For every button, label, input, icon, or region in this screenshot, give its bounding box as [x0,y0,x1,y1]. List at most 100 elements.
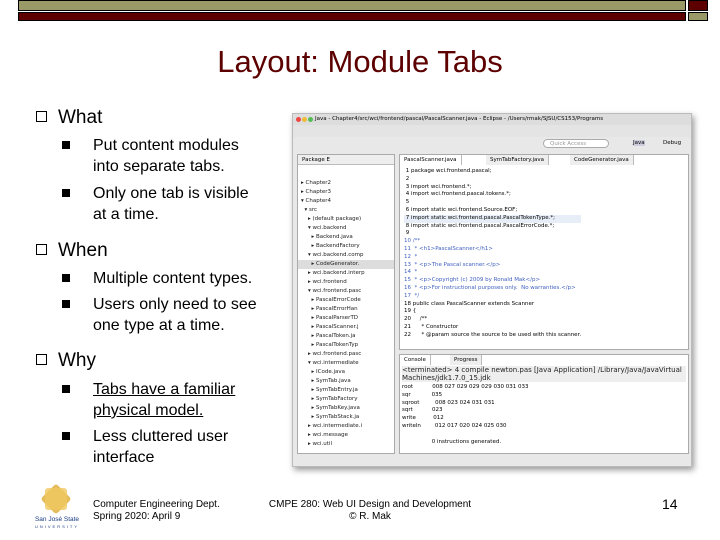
tree-item[interactable]: ▸ SymTabStack.ja [298,413,394,422]
console-header: <terminated> 4 compile newton.pas [Java … [402,366,686,382]
package-tree: ▸ Chapter2 ▸ Chapter3 ▾ Chapter4 ▾ src ▸ (… [298,165,394,449]
code-line: 5 [404,199,410,206]
code-line: 7 import static wci.frontend.pascal.Pasc… [404,214,582,223]
page-number: 14 [662,496,678,512]
perspective-java[interactable]: Java [633,140,645,146]
sub-bullet-marker [62,274,70,282]
tree-item[interactable]: ▸ SymTabEntry.ja [298,386,394,395]
console-line: root 008 027 029 029 029 030 031 033 [402,384,529,390]
window-title: Java - Chapter4/src/wci/frontend/pascal/… [315,116,604,122]
sjsu-logo: San José State UNIVERSITY [32,483,82,532]
code-line: 8 import static wci.frontend.pascal.Pasc… [404,222,555,229]
package-explorer: Package E ▸ Chapter2 ▸ Chapter3 ▾ Chapter4… [297,154,395,454]
tree-item[interactable]: ▸ SymTabKey.java [298,404,394,413]
tree-item[interactable]: ▸ wci.frontend.pasc [298,350,394,359]
code-line: 22 * @param source the source to be used… [404,331,582,338]
code-line: 12 * [404,253,418,260]
sub-bullet: Tabs have a familiar physical model. [62,379,262,421]
tree-item[interactable]: ▸ PascalErrorHan [298,305,394,314]
tree-item[interactable]: ▸ PascalErrorCode [298,296,394,305]
footer-center: CMPE 280: Web UI Design and Development ©… [268,499,472,522]
slide-title: Layout: Module Tabs [217,44,503,79]
tree-item[interactable]: ▸ Chapter3 [298,188,394,197]
tree-item[interactable]: ▸ PascalTokenTyp [298,341,394,350]
sub-bullet-marker [62,432,70,440]
tree-item[interactable]: ▸ (default package) [298,215,394,224]
code-line: 3 import wci.frontend.*; [404,183,472,190]
sub-bullet: Users only need to see one type at a tim… [62,294,262,336]
close-window-icon[interactable] [296,117,301,122]
sub-bullet-marker [62,141,70,149]
code-line: 16 * <p>For instructional purposes only.… [404,284,576,291]
tree-item[interactable]: ▸ SymTabFactory [298,395,394,404]
console-view: Console Progress <terminated> 4 compile … [399,354,689,454]
console-output: root 008 027 029 029 029 030 031 033 sqr … [402,384,528,446]
bullet-what: What [36,107,102,129]
window-titlebar: Java - Chapter4/src/wci/frontend/pascal/… [293,114,691,125]
tab-console[interactable]: Console [400,355,431,365]
console-line: sqr 035 [402,391,443,398]
tree-item[interactable]: ▸ PascalScanner.j [298,323,394,332]
code-line: 17 */ [404,292,420,299]
code-line: 15 * <p>Copyright (c) 2009 by Ronald Mak… [404,277,541,284]
zoom-window-icon[interactable] [308,117,313,122]
toolbar [293,125,691,137]
footer-left: Computer Engineering Dept. Spring 2020: A… [93,499,220,522]
tree-item[interactable]: ▸ wci.intermediate.i [298,422,394,431]
sub-bullet-marker [62,189,70,197]
code-line: 19 { [404,308,417,315]
bullet-marker [36,244,47,255]
tree-item[interactable]: ▸ wci.util [298,440,394,449]
minimize-window-icon[interactable] [302,117,307,122]
code-line: 18 public class PascalScanner extends Sc… [404,300,535,307]
top-square-maroon [688,0,708,11]
code-line: 4 import wci.frontend.pascal.tokens.*; [404,191,511,198]
top-bar-maroon [18,12,686,21]
top-bar-olive [18,0,686,11]
code-line: 13 * <p>The Pascal scanner.</p> [404,261,501,268]
tree-item[interactable]: ▾ wci.intermediate [298,359,394,368]
code-line: 2 [404,175,410,182]
tree-item[interactable]: ▸ PascalParserTD [298,314,394,323]
tree-item[interactable]: ▸ SymTab.java [298,377,394,386]
tab-package-explorer[interactable]: Package E [298,155,394,165]
code-line: 20 /** [404,316,428,323]
tree-item[interactable]: ▸ Backend.java [298,233,394,242]
quick-access-input[interactable]: Quick Access [543,139,609,148]
tree-item[interactable]: ▾ Chapter4 [298,197,394,206]
console-line: 0 instructions generated. [402,438,502,445]
tree-item[interactable]: ▾ wci.backend [298,224,394,233]
tree-item[interactable]: ▸ wci.message [298,431,394,440]
tree-item[interactable]: ▾ wci.frontend.pasc [298,287,394,296]
console-line: writeln 012 017 020 024 025 030 [402,422,507,429]
tree-item[interactable]: ▾ src [298,206,394,215]
code-line: 6 import static wci.frontend.Source.EOF; [404,206,518,213]
tree-item[interactable]: ▸ CodeGenerator. [298,260,394,269]
editor-tab[interactable]: PascalScanner.java [400,155,462,165]
tree-item[interactable]: ▸ ICode.java [298,368,394,377]
tree-item[interactable]: ▸ wci.frontend [298,278,394,287]
console-line: write 012 [402,415,444,422]
code-line: 21 * Constructor [404,323,459,330]
code-line: 9 [404,230,410,237]
perspective-debug[interactable]: Debug [663,140,681,146]
sub-bullet: Less cluttered user interface [62,426,262,468]
sub-bullet-marker [62,300,70,308]
tab-progress[interactable]: Progress [450,355,483,365]
code-line: 11 * <h1>PascalScanner</h1> [404,245,493,252]
tree-item[interactable]: ▸ wci.backend.interp [298,269,394,278]
editor: PascalScanner.java SymTabFactory.java Co… [399,154,689,350]
tree-item[interactable]: ▸ BackendFactory [298,242,394,251]
tree-item[interactable]: ▸ Chapter2 [298,179,394,188]
bullet-marker [36,111,47,122]
bullet-when: When [36,240,108,262]
editor-tab[interactable]: SymTabFactory.java [486,155,549,165]
editor-tab[interactable]: CodeGenerator.java [570,155,634,165]
code-line: 14 * [404,269,418,276]
code-area[interactable]: 1 package wci.frontend.pascal; 2 3 impor… [404,168,582,340]
console-line: sqroot 008 023 024 031 031 [402,399,495,406]
tree-item[interactable]: ▾ wci.backend.comp [298,251,394,260]
link-physical-model[interactable]: Tabs have a familiar physical model. [93,379,262,421]
tree-item[interactable]: ▸ PascalToken.ja [298,332,394,341]
